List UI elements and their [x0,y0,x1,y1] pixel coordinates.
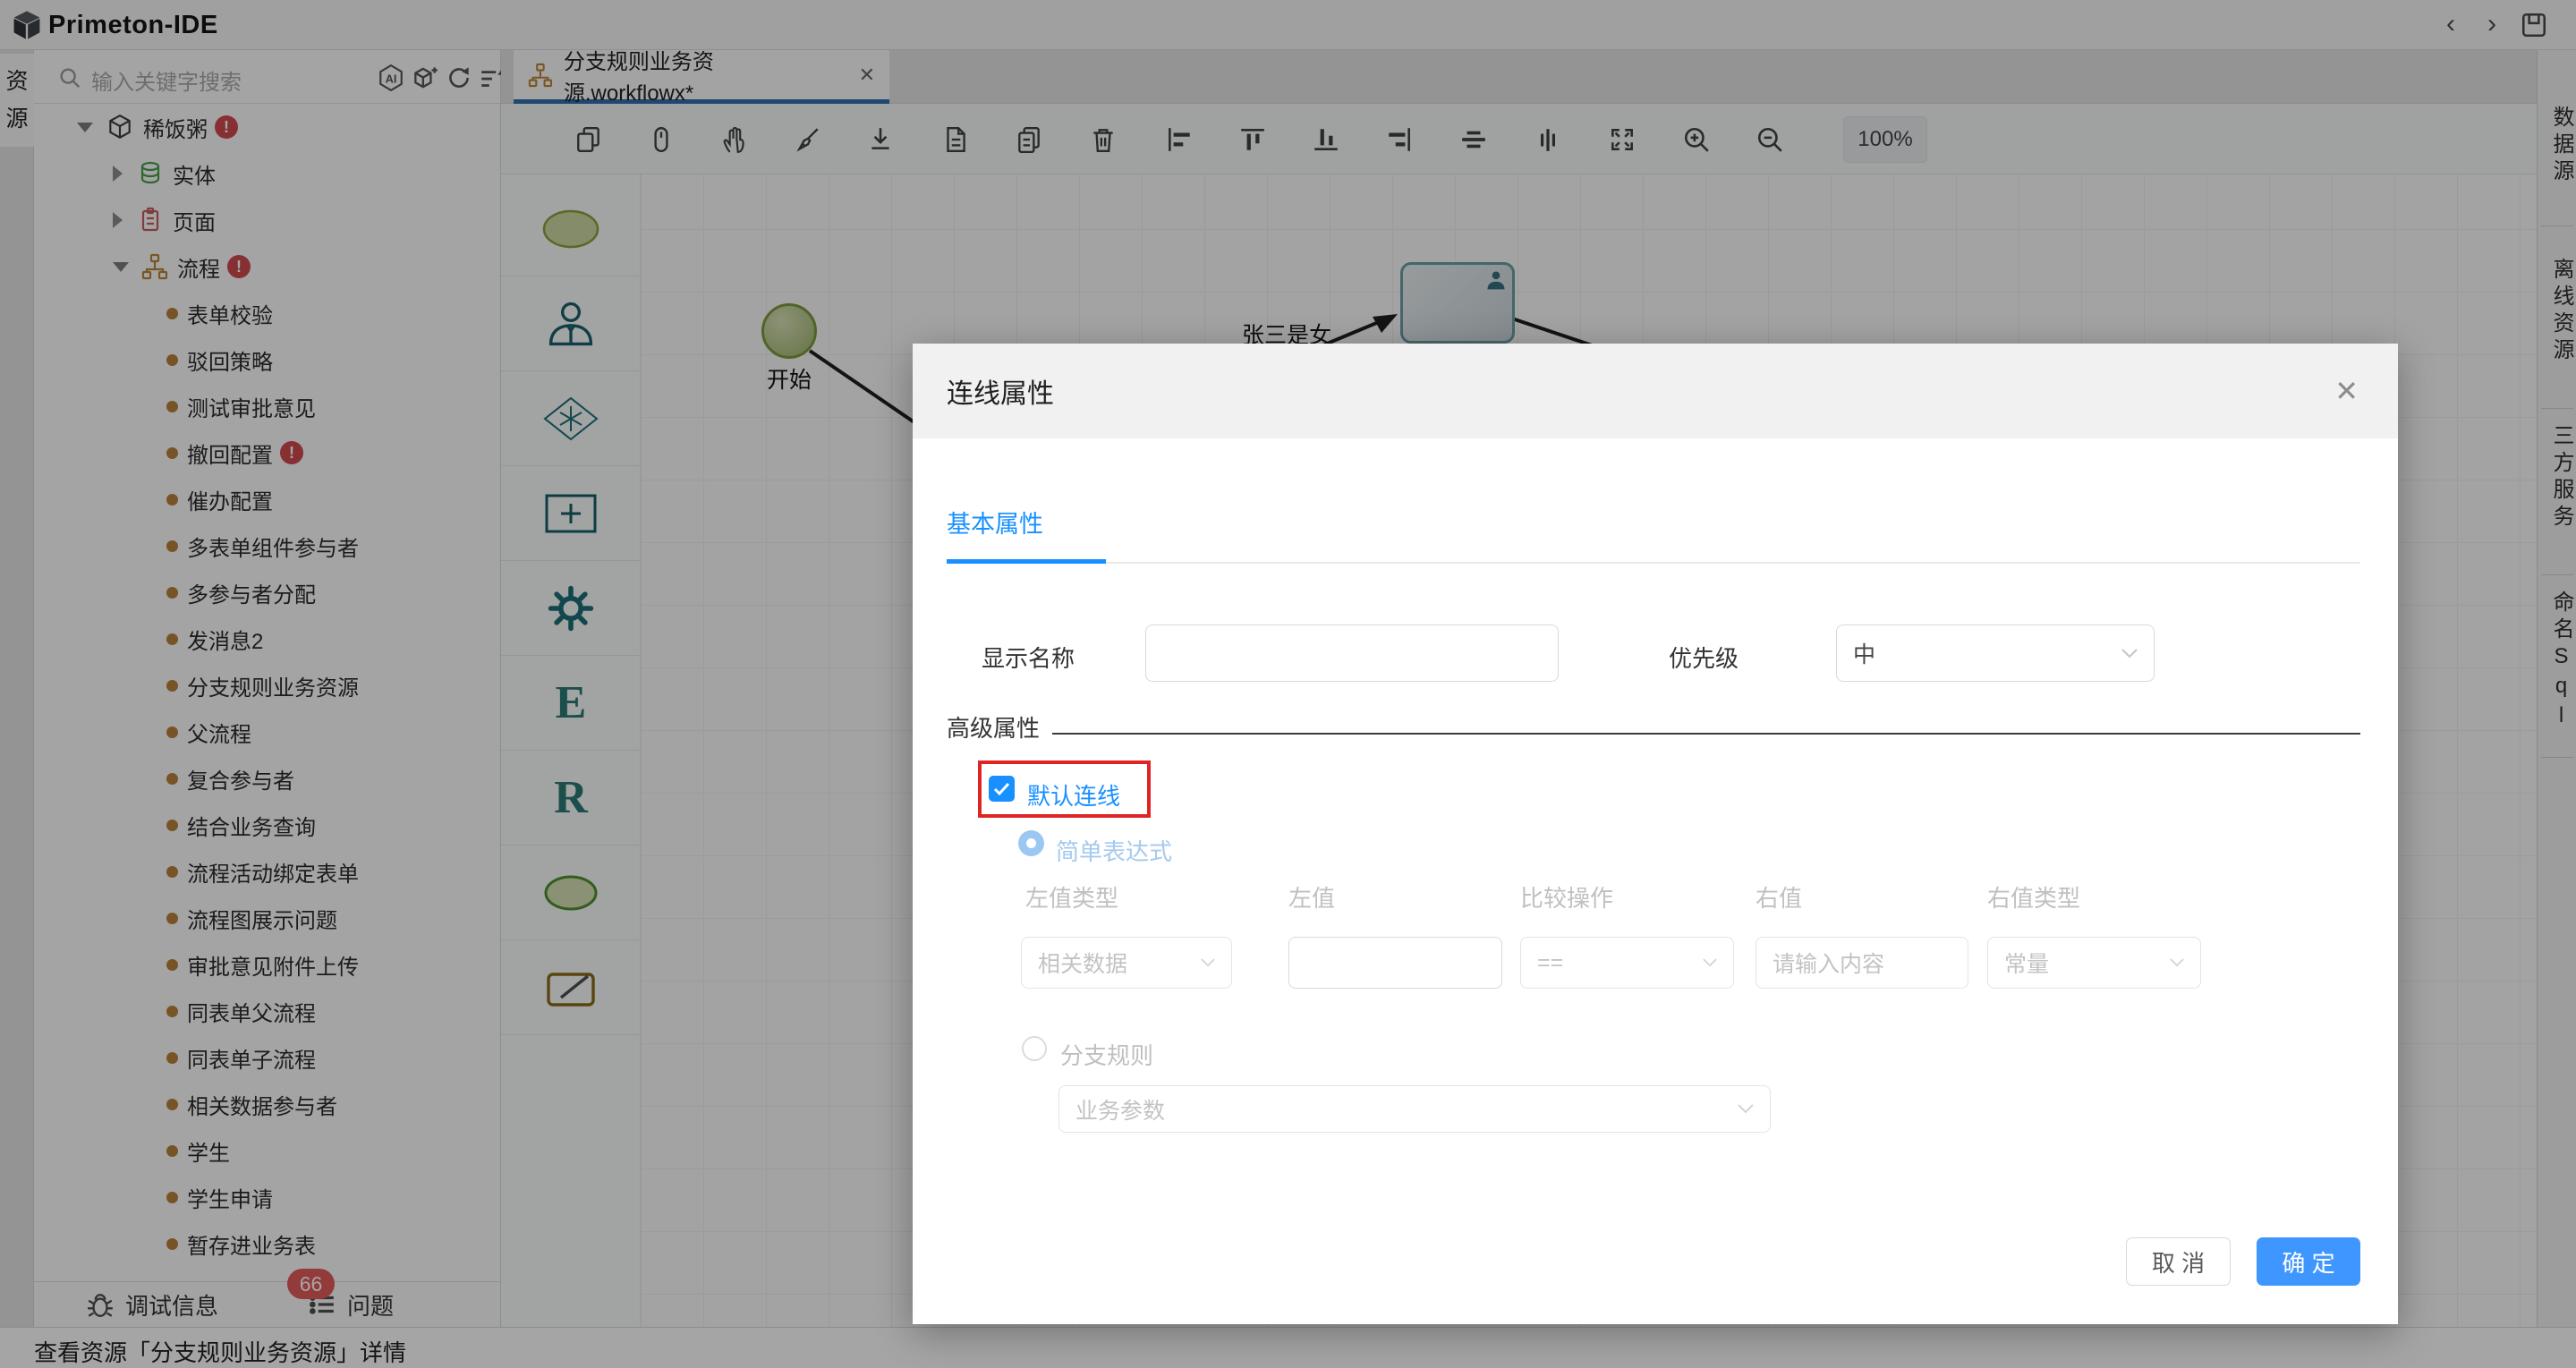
right-value-input[interactable]: 请输入内容 [1756,937,1968,989]
chevron-down-icon [1703,958,1717,967]
simple-expression-label[interactable]: 简单表达式 [1056,834,1172,867]
chevron-down-icon [2170,958,2184,967]
priority-label: 优先级 [1669,645,1739,672]
business-param-select[interactable]: 业务参数 [1058,1085,1771,1133]
left-value-input[interactable] [1288,937,1502,989]
chevron-down-icon [1738,1104,1754,1114]
display-name-input[interactable] [1145,625,1559,682]
ok-button[interactable]: 确 定 [2257,1237,2360,1286]
priority-select[interactable]: 中 [1836,625,2155,682]
active-tab-ink [947,559,1106,564]
highlight-annotation [978,760,1151,818]
close-icon[interactable]: ✕ [2334,374,2359,408]
primeton-ide-window: Primeton-IDE ‹ › 资源 输入关键字搜索 AI 稀饭粥 ! 实体 … [0,0,2576,1368]
left-type-column-label: 左值类型 [1025,885,1119,912]
operator-column-label: 比较操作 [1520,885,1614,912]
dialog-header: 连线属性 ✕ [913,344,2398,438]
left-value-column-label: 左值 [1288,885,1336,912]
right-value-column-label: 右值 [1756,885,1803,912]
chevron-down-icon [1201,958,1215,967]
cancel-button[interactable]: 取 消 [2126,1237,2231,1286]
tab-basic-properties[interactable]: 基本属性 [947,505,1043,540]
connection-properties-dialog: 连线属性 ✕ 基本属性 显示名称 优先级 中 高级属性 默认连线 简单表达式 左… [913,344,2398,1324]
dialog-title: 连线属性 [947,379,1054,409]
chevron-down-icon [2121,648,2138,658]
branch-rule-label[interactable]: 分支规则 [1060,1038,1153,1071]
left-type-select[interactable]: 相关数据 [1021,937,1232,989]
display-name-label: 显示名称 [982,645,1075,672]
right-type-select[interactable]: 常量 [1987,937,2201,989]
simple-expression-radio[interactable] [1018,830,1044,856]
right-type-column-label: 右值类型 [1987,885,2081,912]
operator-select[interactable]: == [1520,937,1734,989]
advanced-section-label: 高级属性 [947,715,1041,742]
branch-rule-radio[interactable] [1022,1036,1047,1061]
